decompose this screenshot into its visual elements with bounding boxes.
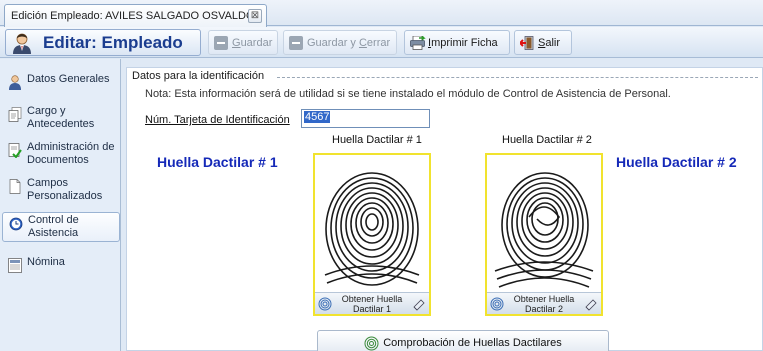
verify-fingerprints-button[interactable]: Comprobación de Huellas Dactilares <box>317 330 609 351</box>
fingerprint-1-title: Huella Dactilar # 1 <box>157 154 278 170</box>
payroll-icon <box>8 258 22 273</box>
save-icon <box>214 35 228 50</box>
fingerprint-icon <box>318 297 332 310</box>
section-note: Nota: Esta información será de utilidad … <box>145 88 671 100</box>
capture-fingerprint-1-label: Obtener Huella Dactilar 1 <box>341 293 403 314</box>
identification-section: Datos para la identificación Nota: Esta … <box>126 67 763 351</box>
fingerprint-1-frame: Obtener Huella Dactilar 1 <box>313 153 431 316</box>
fingerprint-2-frame: Obtener Huella Dactilar 2 <box>485 153 603 316</box>
card-number-input[interactable]: 4567 <box>301 109 430 128</box>
sidebar-item-general-data[interactable]: Datos Generales <box>2 73 120 90</box>
fingerprint-1-image <box>324 172 420 286</box>
document-check-icon <box>8 143 22 159</box>
sidebar-item-attendance[interactable]: Control de Asistencia <box>2 212 120 242</box>
save-close-icon <box>289 35 303 50</box>
tab-close-icon[interactable]: ⊠ <box>248 9 262 23</box>
section-title: Datos para la identificación <box>132 70 269 82</box>
page-icon <box>8 179 22 194</box>
sidebar-item-label: Control de Asistencia <box>28 214 79 239</box>
print-record-button[interactable]: Imprimir Ficha <box>404 30 510 55</box>
sidebar: Datos Generales Cargo y Antecedentes Adm… <box>0 59 121 351</box>
capture-fingerprint-2-button[interactable]: Obtener Huella Dactilar 2 <box>487 292 601 314</box>
print-icon <box>410 35 426 50</box>
sidebar-item-payroll[interactable]: Nómina <box>2 256 120 273</box>
fingerprint-check-icon <box>364 336 379 350</box>
document-tab[interactable]: Edición Empleado: AVILES SALGADO OSVALDO… <box>4 4 267 27</box>
sidebar-item-documents[interactable]: Administración de Documentos <box>2 141 120 169</box>
capture-fingerprint-2-label: Obtener Huella Dactilar 2 <box>513 293 575 314</box>
sidebar-item-custom-fields[interactable]: Campos Personalizados <box>2 177 120 205</box>
document-tab-strip: Edición Empleado: AVILES SALGADO OSVALDO… <box>0 0 763 27</box>
section-divider <box>277 77 758 78</box>
fingerprint-icon <box>490 297 504 310</box>
card-number-value: 4567 <box>304 111 331 123</box>
fingerprint-1-caption: Huella Dactilar # 1 <box>332 134 422 146</box>
sidebar-item-label: Datos Generales <box>27 73 110 85</box>
sidebar-item-label: Administración de Documentos <box>27 141 115 166</box>
save-button[interactable]: Guardar <box>208 30 278 55</box>
save-button-label: Guardar <box>232 36 273 49</box>
documents-icon <box>8 107 22 122</box>
exit-button[interactable]: Salir <box>514 30 572 55</box>
sidebar-item-position[interactable]: Cargo y Antecedentes <box>2 105 120 133</box>
document-tab-label: Edición Empleado: AVILES SALGADO OSVALDO <box>11 10 255 22</box>
verify-fingerprints-label: Comprobación de Huellas Dactilares <box>383 337 562 349</box>
exit-icon <box>518 35 534 50</box>
sidebar-item-label: Campos Personalizados <box>27 177 103 202</box>
fingerprint-2-title: Huella Dactilar # 2 <box>616 154 737 170</box>
toolbar: Editar: Empleado Guardar Guardar y Cerra… <box>0 27 763 58</box>
main-panel: Datos para la identificación Nota: Esta … <box>122 59 763 351</box>
card-number-label: Núm. Tarjeta de Identificación <box>145 114 290 126</box>
eraser-icon[interactable] <box>584 297 598 311</box>
exit-label: Salir <box>538 36 561 49</box>
form-title-block: Editar: Empleado <box>5 29 201 56</box>
fingerprint-2-caption: Huella Dactilar # 2 <box>502 134 592 146</box>
save-and-close-button[interactable]: Guardar y Cerrar <box>283 30 397 55</box>
sidebar-item-label: Cargo y Antecedentes <box>27 105 95 130</box>
sidebar-item-label: Nómina <box>27 256 65 268</box>
person-icon <box>8 75 22 90</box>
capture-fingerprint-1-button[interactable]: Obtener Huella Dactilar 1 <box>315 292 429 314</box>
save-and-close-label: Guardar y Cerrar <box>307 36 391 49</box>
form-title: Editar: Empleado <box>43 32 183 52</box>
employee-icon <box>11 32 33 54</box>
print-record-label: Imprimir Ficha <box>428 36 498 49</box>
eraser-icon[interactable] <box>412 297 426 311</box>
fingerprint-2-image <box>494 172 594 288</box>
clock-icon <box>9 216 23 231</box>
